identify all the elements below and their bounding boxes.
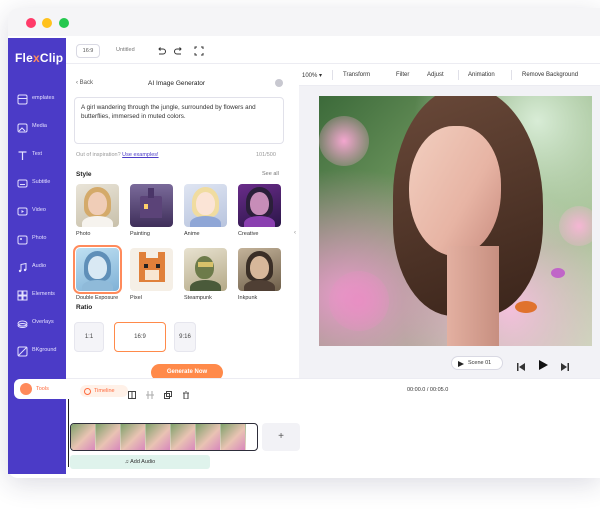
transform-tab[interactable]: Transform <box>343 72 370 78</box>
generated-image-preview[interactable] <box>319 96 592 346</box>
photo-icon <box>16 233 28 245</box>
filter-tab[interactable]: Filter <box>396 72 409 78</box>
playhead[interactable] <box>68 399 69 467</box>
style-thumbnail <box>73 245 122 294</box>
fullscreen-icon[interactable] <box>194 46 204 56</box>
elements-icon <box>16 289 28 301</box>
templates-icon <box>16 93 28 105</box>
use-examples-link[interactable]: Use examples! <box>122 152 158 158</box>
minimize-window-button[interactable] <box>42 18 52 28</box>
text-icon <box>16 149 28 161</box>
scene-selector[interactable]: Scene 01 <box>451 356 503 370</box>
style-option-anime[interactable]: Anime <box>184 184 227 237</box>
top-bar: 16:9 Untitled <box>66 38 600 64</box>
add-clip-button[interactable]: + <box>262 423 300 451</box>
video-icon <box>16 205 28 217</box>
sidebar-item-media[interactable]: Media <box>8 114 66 142</box>
play-icon[interactable] <box>539 357 548 375</box>
style-option-creative[interactable]: Creative <box>238 184 281 237</box>
sidebar-item-overlays[interactable]: Overlays <box>8 310 66 338</box>
ratio-option-16-9[interactable]: 16:9 <box>114 322 166 352</box>
inspiration-hint: Out of inspiration? Use examples! <box>76 152 159 158</box>
close-window-button[interactable] <box>26 18 36 28</box>
sidebar-item-tools[interactable]: Tools <box>14 379 66 399</box>
redo-icon[interactable] <box>174 46 184 56</box>
aspect-ratio-button[interactable]: 16:9 <box>76 44 100 58</box>
flexclip-logo[interactable]: FlexClip <box>15 51 63 65</box>
next-icon[interactable] <box>561 358 569 376</box>
help-icon[interactable] <box>275 79 283 87</box>
style-thumbnail <box>76 184 119 227</box>
style-option-painting[interactable]: Painting <box>130 184 173 237</box>
ratio-option-9-16[interactable]: 9:16 <box>174 322 196 352</box>
style-thumbnail <box>238 184 281 227</box>
sidebar-item-video[interactable]: Video <box>8 198 66 226</box>
zoom-select[interactable]: 100% ▾ <box>302 72 322 79</box>
style-heading: Style <box>76 171 92 178</box>
sidebar: FlexClip emplates Media Text Subtitle Vi… <box>8 38 66 474</box>
duplicate-icon[interactable] <box>164 386 172 404</box>
see-all-link[interactable]: See all <box>262 171 279 177</box>
style-option-double-exposure[interactable]: Double Exposure <box>73 245 122 301</box>
project-title[interactable]: Untitled <box>116 47 135 53</box>
sidebar-item-photo[interactable]: Photo <box>8 226 66 254</box>
undo-icon[interactable] <box>156 46 166 56</box>
animation-tab[interactable]: Animation <box>468 72 495 78</box>
sidebar-item-audio[interactable]: Audio <box>8 254 66 282</box>
style-thumbnail <box>184 248 227 291</box>
audio-icon <box>16 261 28 273</box>
sidebar-item-elements[interactable]: Elements <box>8 282 66 310</box>
sidebar-item-subtitle[interactable]: Subtitle <box>8 170 66 198</box>
delete-icon[interactable] <box>182 386 190 404</box>
panel-title: AI Image Generator <box>148 80 206 87</box>
sidebar-item-templates[interactable]: emplates <box>8 86 66 114</box>
ratio-option-1-1[interactable]: 1:1 <box>74 322 104 352</box>
sidebar-item-text[interactable]: Text <box>8 142 66 170</box>
sidebar-item-background[interactable]: BKground <box>8 338 66 366</box>
player-controls: Scene 01 <box>299 352 600 378</box>
collapse-panel-button[interactable]: ‹ <box>291 218 299 248</box>
media-icon <box>16 121 28 133</box>
style-option-steampunk[interactable]: Steampunk <box>184 248 227 301</box>
background-icon <box>16 345 28 357</box>
canvas-toolbar: 100% ▾ Transform Filter Adjust Animation… <box>299 64 600 86</box>
ai-generator-panel: ‹ Back AI Image Generator A girl wanderi… <box>66 64 292 384</box>
timeline-toggle[interactable]: Timeline <box>80 385 128 397</box>
add-audio-button[interactable]: ♫ Add Audio <box>70 455 210 469</box>
char-counter: 101/500 <box>256 152 276 158</box>
overlays-icon <box>16 317 28 329</box>
back-button[interactable]: ‹ Back <box>76 80 93 86</box>
timeline: Timeline 00:00.0 / 00:05.0 + ♫ Add Audio <box>66 378 600 474</box>
tools-icon <box>20 383 32 395</box>
subtitle-icon <box>16 177 28 189</box>
style-thumbnail <box>130 184 173 227</box>
timecode: 00:00.0 / 00:05.0 <box>407 387 449 393</box>
remove-background-tab[interactable]: Remove Background <box>522 72 578 78</box>
timeline-icon <box>84 388 91 400</box>
style-option-pixel[interactable]: Pixel <box>130 248 173 301</box>
style-thumbnail <box>184 184 227 227</box>
prompt-textarea[interactable]: A girl wandering through the jungle, sur… <box>74 97 284 144</box>
video-clip[interactable] <box>70 423 258 451</box>
play-small-icon <box>458 360 464 372</box>
trim-icon[interactable] <box>146 386 154 404</box>
split-icon[interactable] <box>128 386 136 404</box>
style-option-inkpunk[interactable]: Inkpunk <box>238 248 281 301</box>
previous-icon[interactable] <box>517 358 525 376</box>
style-thumbnail <box>130 248 173 291</box>
ratio-heading: Ratio <box>76 304 93 311</box>
style-thumbnail <box>238 248 281 291</box>
maximize-window-button[interactable] <box>59 18 69 28</box>
style-option-photo[interactable]: Photo <box>76 184 119 237</box>
adjust-tab[interactable]: Adjust <box>427 72 444 78</box>
window-titlebar <box>8 8 600 36</box>
